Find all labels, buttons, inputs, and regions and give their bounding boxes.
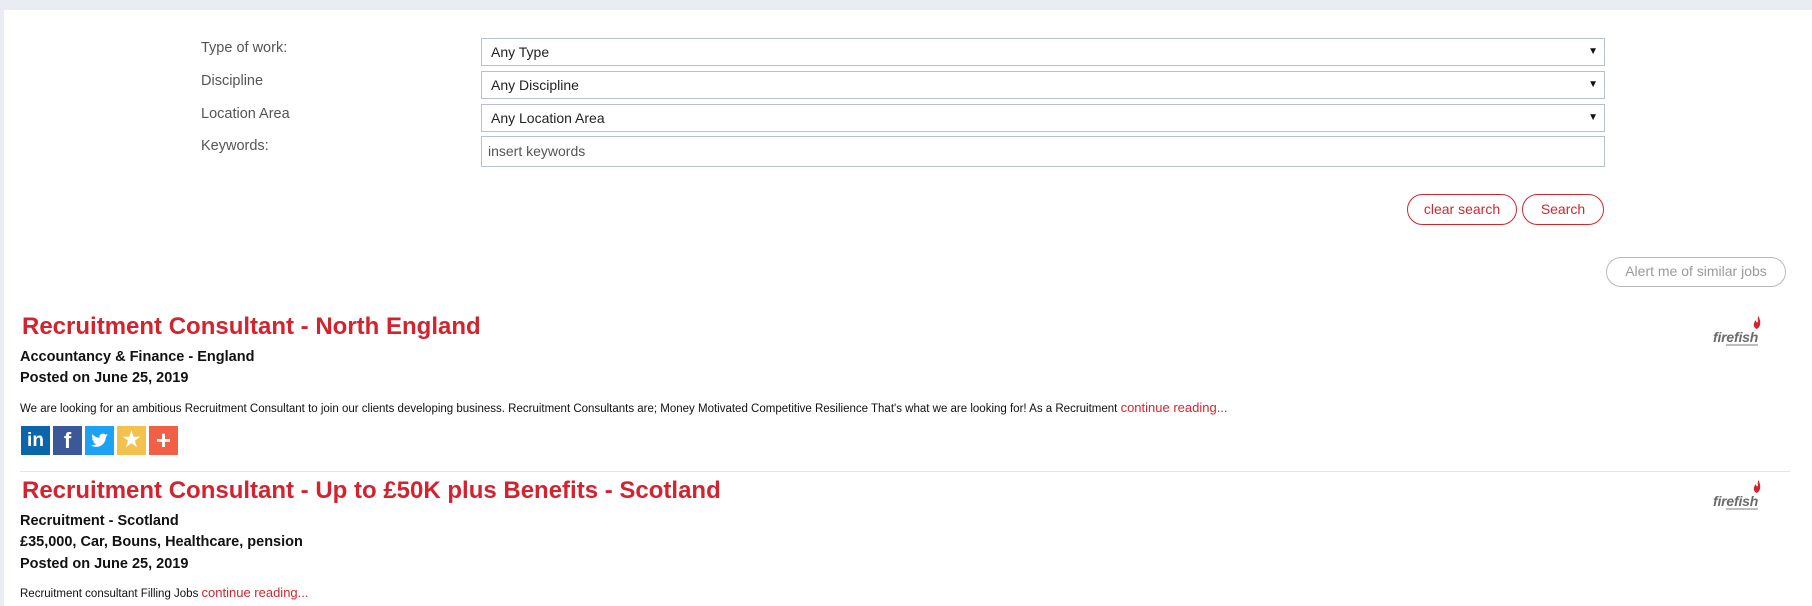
chevron-down-icon: ▼: [1588, 46, 1598, 57]
facebook-share-icon[interactable]: f: [53, 426, 82, 455]
keywords-input[interactable]: insert keywords: [481, 136, 1605, 167]
keywords-label: Keywords:: [201, 138, 269, 154]
type-of-work-label: Type of work:: [201, 40, 288, 56]
logo-underline: [1726, 344, 1758, 346]
location-area-label: Location Area: [201, 106, 290, 122]
job-description-text: Recruitment consultant Filling Jobs: [20, 588, 202, 600]
chevron-down-icon: ▼: [1588, 79, 1598, 90]
job-salary: £35,000, Car, Bouns, Healthcare, pension: [20, 534, 303, 550]
firefish-logo-text: firefish: [1713, 329, 1759, 345]
job-title-link[interactable]: Recruitment Consultant - Up to £50K plus…: [22, 477, 721, 505]
flame-icon: [1753, 316, 1761, 329]
job-posted-date: Posted on June 25, 2019: [20, 370, 189, 386]
job-title-link[interactable]: Recruitment Consultant - North England: [22, 313, 481, 341]
location-area-value: Any Location Area: [491, 110, 605, 126]
job-description-text: We are looking for an ambitious Recruitm…: [20, 403, 1121, 415]
firefish-logo: firefish: [1710, 316, 1766, 348]
discipline-select[interactable]: Any Discipline ▼: [481, 71, 1605, 99]
logo-underline: [1726, 508, 1758, 510]
keywords-placeholder: insert keywords: [488, 143, 586, 159]
location-area-select[interactable]: Any Location Area ▼: [481, 104, 1605, 132]
more-share-icon[interactable]: +: [149, 426, 178, 455]
continue-reading-link[interactable]: continue reading...: [202, 585, 309, 600]
chevron-down-icon: ▼: [1588, 112, 1598, 123]
type-of-work-value: Any Type: [491, 44, 550, 60]
linkedin-share-icon[interactable]: in: [21, 426, 50, 455]
job-search-page: Type of work: Any Type ▼ Discipline Any …: [4, 10, 1812, 606]
clear-search-button[interactable]: clear search: [1407, 194, 1517, 225]
type-of-work-select[interactable]: Any Type ▼: [481, 38, 1605, 66]
twitter-bird-icon: [91, 433, 108, 447]
flame-icon: [1753, 480, 1761, 493]
alert-similar-jobs-button[interactable]: Alert me of similar jobs: [1606, 257, 1786, 287]
discipline-value: Any Discipline: [491, 77, 579, 93]
job-posted-date: Posted on June 25, 2019: [20, 556, 189, 572]
firefish-logo: firefish: [1710, 480, 1766, 512]
job-description: We are looking for an ambitious Recruitm…: [20, 400, 1228, 415]
job-category: Recruitment - Scotland: [20, 513, 179, 529]
job-category: Accountancy & Finance - England: [20, 349, 255, 365]
search-button[interactable]: Search: [1522, 194, 1604, 225]
job-description: Recruitment consultant Filling Jobs cont…: [20, 585, 309, 600]
firefish-logo-text: firefish: [1713, 493, 1759, 509]
twitter-share-icon[interactable]: [85, 426, 114, 455]
top-band: [0, 0, 1812, 10]
discipline-label: Discipline: [201, 73, 264, 89]
continue-reading-link[interactable]: continue reading...: [1121, 400, 1228, 415]
favorite-star-icon[interactable]: ★: [117, 426, 146, 455]
job-divider: [20, 471, 1790, 472]
